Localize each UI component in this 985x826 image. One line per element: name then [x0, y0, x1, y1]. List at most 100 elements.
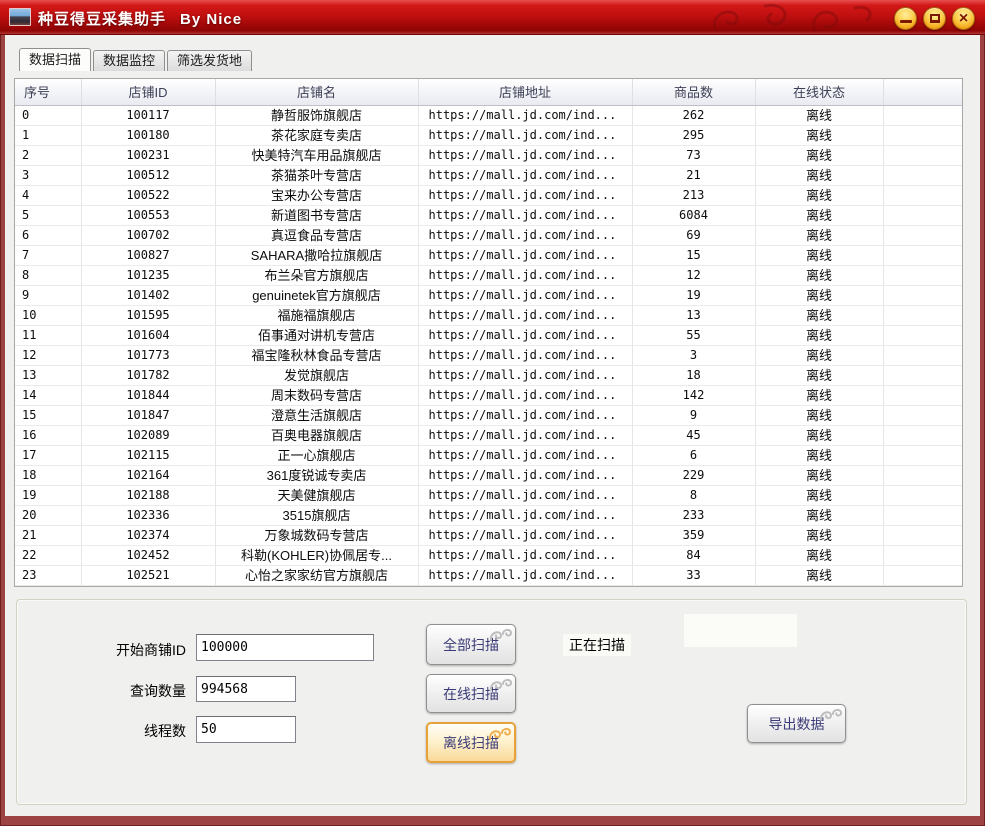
cell-shop-name: 澄意生活旗舰店 — [215, 405, 418, 425]
cell-shop-name: 百奥电器旗舰店 — [215, 425, 418, 445]
table-row[interactable]: 23102521心怡之家家纺官方旗舰店https://mall.jd.com/i… — [15, 565, 962, 585]
table-row[interactable]: 16102089百奥电器旗舰店https://mall.jd.com/ind..… — [15, 425, 962, 445]
cell-status: 离线 — [755, 425, 883, 445]
table-row[interactable]: 13101782发觉旗舰店https://mall.jd.com/ind...1… — [15, 365, 962, 385]
table-row[interactable]: 12101773福宝隆秋林食品专营店https://mall.jd.com/in… — [15, 345, 962, 365]
cell-product-count: 233 — [632, 505, 755, 525]
tab-0[interactable]: 数据扫描 — [19, 48, 91, 71]
cell-index: 13 — [15, 365, 81, 385]
table-row[interactable]: 1100180茶花家庭专卖店https://mall.jd.com/ind...… — [15, 125, 962, 145]
table-row[interactable]: 15101847澄意生活旗舰店https://mall.jd.com/ind..… — [15, 405, 962, 425]
cell-blank — [883, 465, 962, 485]
cell-blank — [883, 145, 962, 165]
cell-status: 离线 — [755, 205, 883, 225]
cell-shop-name: 发觉旗舰店 — [215, 365, 418, 385]
cell-status: 离线 — [755, 185, 883, 205]
table-row[interactable]: 6100702真逗食品专营店https://mall.jd.com/ind...… — [15, 225, 962, 245]
table-row[interactable]: 11101604佰事通对讲机专营店https://mall.jd.com/ind… — [15, 325, 962, 345]
cell-shop-id: 101595 — [81, 305, 215, 325]
cell-shop-name: 361度锐诚专卖店 — [215, 465, 418, 485]
scan-online-button[interactable]: 在线扫描 — [426, 674, 516, 713]
close-icon: × — [953, 9, 974, 29]
cell-shop-url: https://mall.jd.com/ind... — [418, 125, 632, 145]
cell-shop-name: SAHARA撒哈拉旗舰店 — [215, 245, 418, 265]
cell-product-count: 3 — [632, 345, 755, 365]
scan-offline-button[interactable]: 离线扫描 — [426, 722, 516, 763]
cell-shop-name: 静哲服饰旗舰店 — [215, 105, 418, 125]
column-header-1[interactable]: 店铺ID — [81, 79, 215, 105]
tab-bar: 数据扫描数据监控筛选发货地 — [19, 48, 254, 71]
cell-product-count: 55 — [632, 325, 755, 345]
swirl-icon — [818, 706, 844, 724]
table-row[interactable]: 5100553新道图书专营店https://mall.jd.com/ind...… — [15, 205, 962, 225]
table-row[interactable]: 22102452科勒(KOHLER)协佩居专...https://mall.jd… — [15, 545, 962, 565]
close-button[interactable]: × — [952, 7, 975, 30]
cell-product-count: 33 — [632, 565, 755, 585]
thread-count-input[interactable] — [196, 716, 296, 743]
table-row[interactable]: 21102374万象城数码专营店https://mall.jd.com/ind.… — [15, 525, 962, 545]
table-row[interactable]: 4100522宝来办公专营店https://mall.jd.com/ind...… — [15, 185, 962, 205]
cell-product-count: 142 — [632, 385, 755, 405]
column-header-2[interactable]: 店铺名 — [215, 79, 418, 105]
cell-shop-url: https://mall.jd.com/ind... — [418, 325, 632, 345]
cell-shop-id: 101773 — [81, 345, 215, 365]
cell-blank — [883, 205, 962, 225]
export-data-label: 导出数据 — [769, 716, 825, 732]
column-header-6[interactable] — [883, 79, 962, 105]
cell-blank — [883, 225, 962, 245]
cell-blank — [883, 245, 962, 265]
export-data-button[interactable]: 导出数据 — [747, 704, 846, 743]
swirl-icon — [487, 725, 513, 743]
cell-shop-url: https://mall.jd.com/ind... — [418, 265, 632, 285]
cell-shop-name: 福宝隆秋林食品专营店 — [215, 345, 418, 365]
title-bar[interactable]: 种豆得豆采集助手By Nice × — [0, 0, 985, 35]
cell-blank — [883, 365, 962, 385]
column-header-4[interactable]: 商品数 — [632, 79, 755, 105]
cell-shop-url: https://mall.jd.com/ind... — [418, 205, 632, 225]
cell-product-count: 213 — [632, 185, 755, 205]
table-row[interactable]: 18102164361度锐诚专卖店https://mall.jd.com/ind… — [15, 465, 962, 485]
table-row[interactable]: 19102188天美健旗舰店https://mall.jd.com/ind...… — [15, 485, 962, 505]
table-row[interactable]: 14101844周末数码专营店https://mall.jd.com/ind..… — [15, 385, 962, 405]
table-row[interactable]: 10101595福施福旗舰店https://mall.jd.com/ind...… — [15, 305, 962, 325]
cell-blank — [883, 425, 962, 445]
column-header-3[interactable]: 店铺地址 — [418, 79, 632, 105]
table-row[interactable]: 8101235布兰朵官方旗舰店https://mall.jd.com/ind..… — [15, 265, 962, 285]
cell-blank — [883, 325, 962, 345]
maximize-button[interactable] — [923, 7, 946, 30]
cell-product-count: 6 — [632, 445, 755, 465]
cell-shop-url: https://mall.jd.com/ind... — [418, 345, 632, 365]
scan-all-button[interactable]: 全部扫描 — [426, 624, 516, 665]
table-row[interactable]: 0100117静哲服饰旗舰店https://mall.jd.com/ind...… — [15, 105, 962, 125]
cell-shop-id: 101604 — [81, 325, 215, 345]
cell-shop-url: https://mall.jd.com/ind... — [418, 505, 632, 525]
cell-index: 22 — [15, 545, 81, 565]
table-row[interactable]: 9101402genuinetek官方旗舰店https://mall.jd.co… — [15, 285, 962, 305]
table-row[interactable]: 2100231快美特汽车用品旗舰店https://mall.jd.com/ind… — [15, 145, 962, 165]
cell-shop-url: https://mall.jd.com/ind... — [418, 145, 632, 165]
tab-2[interactable]: 筛选发货地 — [167, 50, 252, 71]
cell-shop-name: 3515旗舰店 — [215, 505, 418, 525]
cell-blank — [883, 405, 962, 425]
swirl-icon — [488, 626, 514, 644]
cell-index: 3 — [15, 165, 81, 185]
cell-shop-id: 101782 — [81, 365, 215, 385]
table-row[interactable]: 201023363515旗舰店https://mall.jd.com/ind..… — [15, 505, 962, 525]
column-header-0[interactable]: 序号 — [15, 79, 81, 105]
query-count-input[interactable] — [196, 676, 296, 702]
table-row[interactable]: 3100512茶猫茶叶专营店https://mall.jd.com/ind...… — [15, 165, 962, 185]
cell-index: 8 — [15, 265, 81, 285]
cell-shop-url: https://mall.jd.com/ind... — [418, 365, 632, 385]
column-header-5[interactable]: 在线状态 — [755, 79, 883, 105]
start-shop-id-input[interactable] — [196, 634, 374, 661]
tab-1[interactable]: 数据监控 — [93, 50, 165, 71]
window-controls: × — [894, 7, 975, 30]
minimize-button[interactable] — [894, 7, 917, 30]
cell-shop-url: https://mall.jd.com/ind... — [418, 165, 632, 185]
shop-table-container[interactable]: 序号店铺ID店铺名店铺地址商品数在线状态 0100117静哲服饰旗舰店https… — [14, 78, 963, 587]
cell-index: 2 — [15, 145, 81, 165]
cell-shop-id: 100180 — [81, 125, 215, 145]
table-row[interactable]: 7100827SAHARA撒哈拉旗舰店https://mall.jd.com/i… — [15, 245, 962, 265]
table-row[interactable]: 17102115正一心旗舰店https://mall.jd.com/ind...… — [15, 445, 962, 465]
cell-shop-id: 101847 — [81, 405, 215, 425]
